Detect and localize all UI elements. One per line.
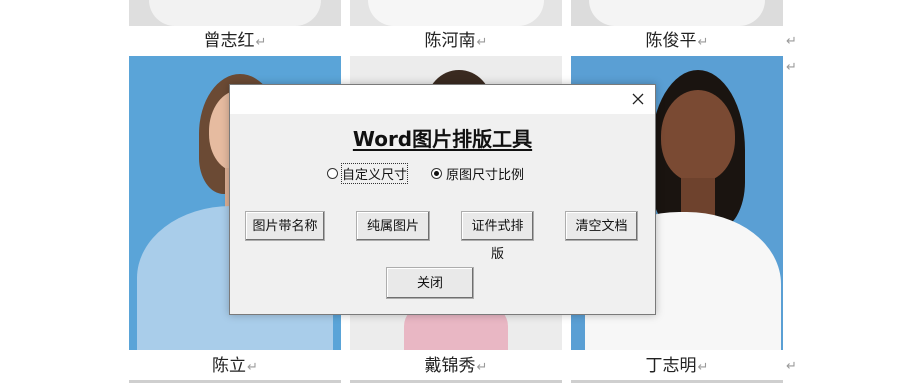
caption-bottom-1: 陈立↵ xyxy=(212,356,258,376)
button-image-with-name[interactable]: 图片带名称 xyxy=(245,211,325,241)
button-pure-image[interactable]: 纯属图片 xyxy=(356,211,430,241)
caption-top-2: 陈河南↵ xyxy=(424,31,488,51)
radio-label: 原图尺寸比例 xyxy=(446,168,525,183)
radio-button-unchecked[interactable] xyxy=(327,168,338,179)
caption-top-3: 陈俊平↵ xyxy=(645,31,709,51)
close-icon xyxy=(632,93,644,105)
caption-top-1: 曾志红↵ xyxy=(203,31,267,51)
caption-bottom-2: 戴锦秀↵ xyxy=(424,356,488,376)
layout-tool-dialog: Word图片排版工具 自定义尺寸 原图尺寸比例 图片带名称 纯属图片 证件式排版… xyxy=(229,84,656,315)
paragraph-mark: ↵ xyxy=(786,60,797,75)
radio-custom-size[interactable]: 自定义尺寸 xyxy=(327,163,409,184)
caption-bottom-3: 丁志明↵ xyxy=(645,356,709,376)
photo-top-2 xyxy=(350,0,562,26)
button-close[interactable]: 关闭 xyxy=(386,267,474,299)
dialog-close-button[interactable] xyxy=(625,87,651,111)
photo-top-1 xyxy=(129,0,341,26)
button-clear-document[interactable]: 清空文档 xyxy=(565,211,638,241)
photo-top-3 xyxy=(571,0,783,26)
dialog-titlebar xyxy=(230,85,655,114)
size-option-group: 自定义尺寸 原图尺寸比例 xyxy=(230,163,655,184)
dialog-heading: Word图片排版工具 xyxy=(352,127,533,151)
paragraph-mark: ↵ xyxy=(786,34,797,49)
button-id-layout[interactable]: 证件式排版 xyxy=(461,211,534,262)
radio-button-checked[interactable] xyxy=(431,168,442,179)
radio-original-ratio[interactable]: 原图尺寸比例 xyxy=(431,164,524,183)
paragraph-mark: ↵ xyxy=(786,359,797,374)
radio-label: 自定义尺寸 xyxy=(340,163,409,184)
